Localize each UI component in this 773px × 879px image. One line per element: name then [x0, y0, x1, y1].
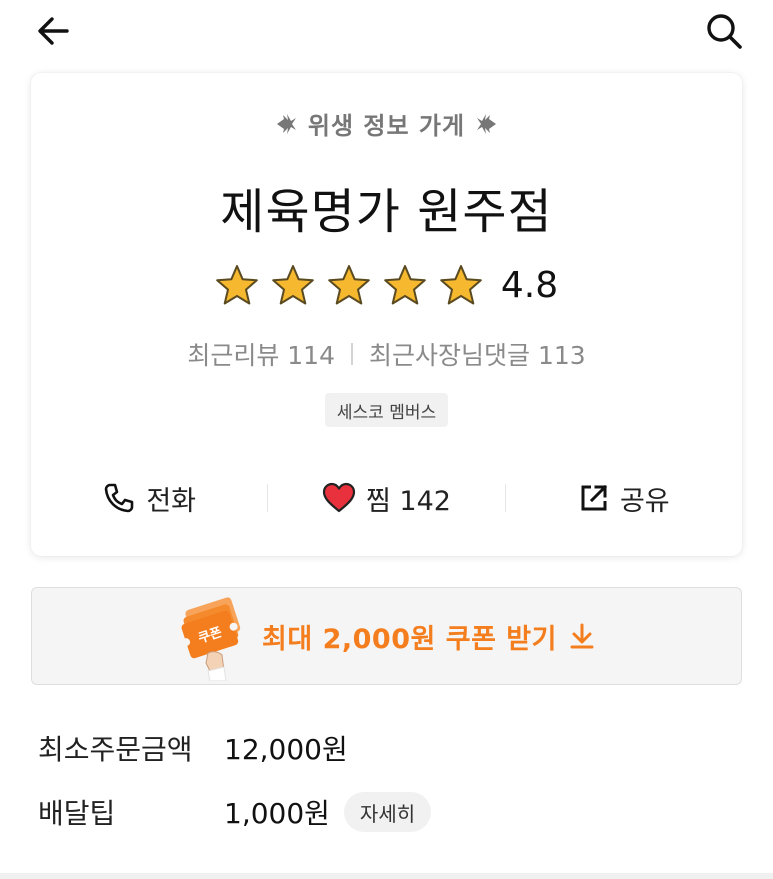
star-icon: [215, 264, 259, 306]
hygiene-label: 위생 정보 가게: [307, 112, 466, 140]
phone-icon: [105, 483, 134, 513]
store-name: 제육명가 원주점: [220, 184, 553, 240]
share-button[interactable]: 공유: [506, 479, 742, 518]
star-icon: [271, 264, 315, 306]
laurel-left-icon: [276, 113, 296, 134]
call-button[interactable]: 전화: [31, 479, 267, 518]
star-icon: [439, 264, 483, 306]
hygiene-badge[interactable]: 위생 정보 가게: [31, 106, 742, 141]
recent-reviews-link[interactable]: 최근리뷰 114: [187, 336, 335, 372]
delivery-tip-value: 1,000원: [224, 797, 330, 830]
star-icon: [327, 264, 371, 306]
heart-icon: [322, 482, 356, 513]
star-rating: [215, 264, 483, 306]
rating-value: 4.8: [500, 264, 559, 306]
store-page: 위생 정보 가게 제육명가 원주점 4.8 최근리뷰 114 최근사장님댓글 1…: [0, 0, 773, 879]
delivery-tip-detail-button[interactable]: 자세히: [343, 792, 432, 832]
action-bar: 전화 찜 142 공유: [31, 466, 742, 530]
coupon-download-banner[interactable]: 쿠폰 최대 2,000원 쿠폰 받기: [31, 587, 742, 685]
section-divider: [0, 873, 773, 879]
cesco-members-tag: 세스코 멤버스: [324, 393, 449, 427]
top-bar: [0, 0, 773, 64]
coupon-text: 최대 2,000원 쿠폰 받기: [262, 623, 557, 655]
tag-row: 세스코 멤버스: [31, 393, 742, 427]
back-button[interactable]: [32, 10, 74, 52]
delivery-tip-row: 배달팁 1,000원 자세히: [38, 792, 432, 832]
share-label: 공유: [619, 485, 670, 517]
search-icon: [707, 14, 742, 49]
coupon-hand-illustration: 쿠폰: [178, 591, 250, 682]
star-icon: [383, 264, 427, 306]
min-order-row: 최소주문금액 12,000원: [38, 728, 348, 768]
rating-row: 4.8: [31, 264, 742, 306]
share-icon: [581, 484, 608, 511]
min-order-label: 최소주문금액: [38, 733, 193, 766]
like-count-label: 찜 142: [366, 485, 451, 517]
laurel-right-icon: [477, 113, 497, 134]
like-button[interactable]: 찜 142: [268, 479, 504, 518]
arrow-left-icon: [38, 17, 69, 45]
owner-replies-link[interactable]: 최근사장님댓글 113: [369, 336, 586, 372]
search-button[interactable]: [701, 8, 747, 54]
delivery-tip-label: 배달팁: [38, 797, 116, 830]
divider: [351, 343, 353, 365]
download-arrow-icon: [570, 623, 594, 649]
min-order-value: 12,000원: [224, 733, 348, 766]
review-stats: 최근리뷰 114 최근사장님댓글 113: [31, 336, 742, 372]
call-label: 전화: [146, 485, 196, 517]
